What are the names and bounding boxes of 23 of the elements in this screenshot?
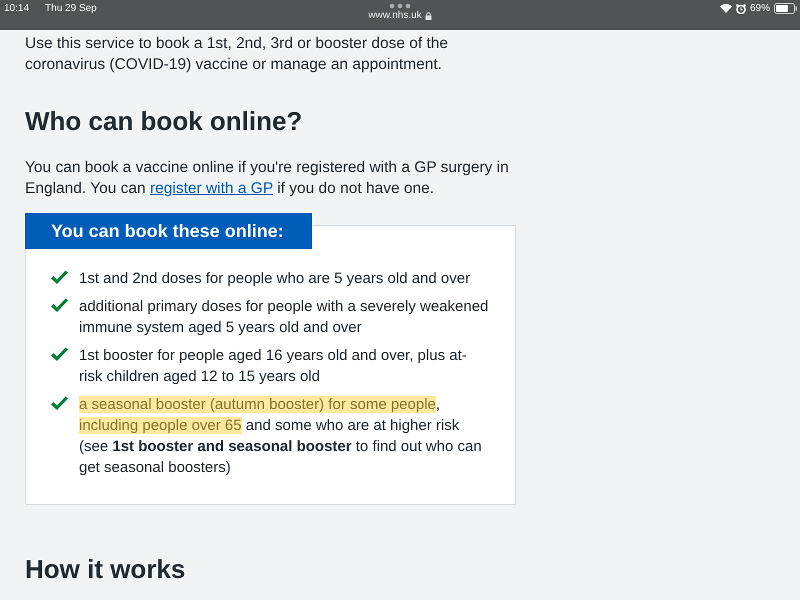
intro-paragraph: Use this service to book a 1st, 2nd, 3rd or booster dose of the coronavirus (COVID-19) vaccine or manage an appointment. xyxy=(25,34,450,75)
register-link[interactable]: register with a GP xyxy=(150,180,273,197)
list-item-text: a seasonal booster (autumn booster) for some people, including people over 65 and some who are at higher risk (see 1st booster and seasonal booster to find out who can get seasonal boosters) xyxy=(79,395,483,478)
date-text: Thu 29 Sep xyxy=(45,3,97,14)
check-icon xyxy=(50,347,69,363)
wifi-icon xyxy=(720,4,732,13)
section-heading: Who can book online? xyxy=(25,105,304,137)
alarm-icon xyxy=(736,4,746,14)
list-item-text: additional primary doses for people with a severely weakened immune system aged 5 years old and over xyxy=(79,297,489,338)
card-label: You can book these online: xyxy=(25,213,312,249)
check-icon xyxy=(50,396,69,412)
section-heading: How it works xyxy=(25,553,186,585)
body-paragraph: You can book a vaccine online if you're registered with a GP surgery in England. You can register with a GP if you do not have one. xyxy=(25,158,510,199)
battery-icon xyxy=(774,3,798,14)
address-text[interactable]: www.nhs.uk xyxy=(368,10,422,21)
check-icon xyxy=(50,270,69,286)
lock-icon xyxy=(424,12,432,20)
list-item-text: 1st booster for people aged 16 years old and over, plus at-risk children aged 12 to 15 years old xyxy=(79,346,468,387)
check-icon xyxy=(50,298,69,314)
more-icon[interactable] xyxy=(389,3,411,9)
clock-time: 10:14 xyxy=(4,3,30,14)
battery-percent: 69% xyxy=(750,3,770,14)
list-item-text: 1st and 2nd doses for people who are 5 years old and over xyxy=(79,269,472,289)
